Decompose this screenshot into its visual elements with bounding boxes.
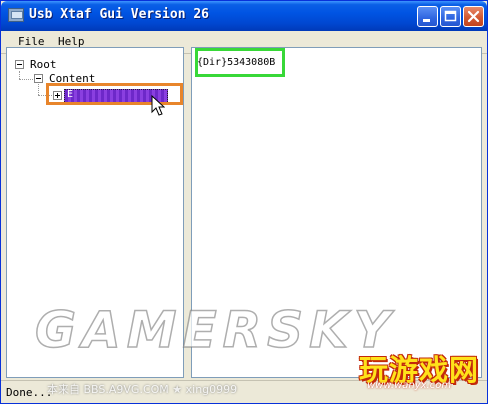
app-icon[interactable]: [8, 8, 24, 22]
mouse-cursor-icon: [151, 95, 165, 116]
collapse-content-toggle[interactable]: [34, 74, 43, 83]
close-icon: [467, 10, 480, 23]
credit-text: 本来自 BBS.A9VG.COM ★ xing0999: [47, 383, 238, 396]
minimize-icon: [423, 19, 430, 22]
tree-connector: [19, 71, 20, 79]
status-text: Done...: [6, 386, 53, 399]
watermark-text: GAMERSKY: [34, 300, 397, 360]
window-title: Usb Xtaf Gui Version 26: [29, 7, 210, 22]
collapse-root-toggle[interactable]: [15, 60, 24, 69]
site-logo-url: www.wanyx.com: [367, 380, 452, 391]
highlight-box-green: [195, 48, 285, 77]
maximize-icon: [444, 10, 457, 22]
tree-node-root[interactable]: Root: [30, 58, 57, 71]
app-window: Usb Xtaf Gui Version 26 File Help Root C…: [0, 0, 488, 404]
close-button[interactable]: [463, 6, 484, 27]
tree-connector: [38, 84, 39, 95]
tree-connector: [19, 79, 33, 80]
minimize-button[interactable]: [417, 6, 438, 27]
maximize-button[interactable]: [440, 6, 461, 27]
title-bar[interactable]: Usb Xtaf Gui Version 26: [1, 1, 487, 31]
site-logo: 玩游戏网 www.wanyx.com: [359, 347, 479, 391]
